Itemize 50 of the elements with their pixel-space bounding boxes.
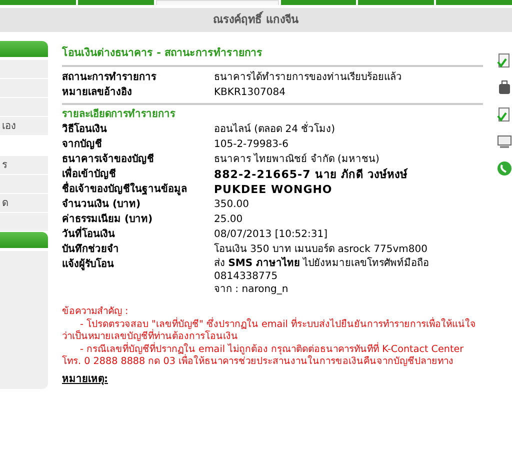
document-check-icon[interactable] xyxy=(497,107,512,122)
field-value: KBKR1307084 xyxy=(214,86,286,100)
field-value: ธนาคาร ไทยพาณิชย์ จำกัด (มหาชน) xyxy=(214,152,380,167)
remark-heading: หมายเหตุ: xyxy=(62,372,109,386)
field-label: วันที่โอนเงิน xyxy=(62,227,214,242)
menu-header xyxy=(0,41,48,57)
field-value: จาก : narong_n xyxy=(214,283,290,296)
notice-text: - กรณีเลขที่บัญชีที่ปรากฏใน email ไม่ถูกต้อง กรุณาติดต่อธนาคารทันทีที่ K-Contact Center โทร. 0 2888 8888 กด 03 เพื่อให้ธนาคารช่วยประสานงานในการขอเงินคืนจากบัญชีปลายทาง xyxy=(62,344,465,368)
field-value: โอนเงิน 350 บาท เมนบอร์ด asrock 775vm800 xyxy=(214,242,428,256)
field-label: จำนวนเงิน (บาท) xyxy=(62,198,142,212)
notice-heading: ข้อความสำคัญ : xyxy=(62,306,130,318)
field-label: หมายเลขอ้างอิง xyxy=(62,85,133,100)
monitor-icon[interactable] xyxy=(497,134,512,149)
section-title: รายละเอียดการทำรายการ xyxy=(62,108,176,122)
field-value: 0814338775 xyxy=(214,270,279,283)
nav-tab[interactable] xyxy=(78,0,154,5)
field-value: 25.00 xyxy=(214,213,243,227)
nav-tab[interactable] xyxy=(156,0,279,5)
field-label: บันทึกช่วยจำ xyxy=(62,242,120,257)
menu-item[interactable]: เอง xyxy=(0,117,48,136)
nav-tab[interactable] xyxy=(280,0,356,5)
field-value: PUKDEE WONGHO xyxy=(214,182,332,197)
field-label: ชื่อเจ้าของบัญชีในฐานข้อมูล xyxy=(62,182,214,197)
document-check-icon[interactable] xyxy=(497,53,512,68)
field-label: วิธีโอนเงิน xyxy=(62,122,108,137)
user-name: ณรงค์ฤทธิ์ แกงจีน xyxy=(213,12,299,28)
menu-header xyxy=(0,232,48,248)
field-value: 08/07/2013 [10:52:31] xyxy=(214,228,328,242)
nav-tab[interactable] xyxy=(358,0,434,5)
menu-item[interactable]: ร xyxy=(0,156,48,175)
field-label: สถานะการทำรายการ xyxy=(62,70,158,85)
page-title: โอนเงินต่างธนาคาร - สถานะการทำรายการ xyxy=(62,46,483,67)
field-label: เพื่อเข้าบัญชี xyxy=(62,167,214,182)
menu-item[interactable]: ด xyxy=(0,194,48,213)
field-value: ธนาคารได้ทำรายการของท่านเรียบร้อยแล้ว xyxy=(214,70,402,85)
phone-icon[interactable] xyxy=(497,161,512,176)
field-value: ออนไลน์ (ตลอด 24 ชั่วโมง) xyxy=(214,122,336,137)
field-label: ธนาคารเจ้าของบัญชี xyxy=(62,152,155,166)
field-label: แจ้งผู้รับโอน xyxy=(62,257,115,272)
field-value: 105-2-79983-6 xyxy=(214,138,288,152)
bag-icon[interactable] xyxy=(497,80,512,95)
field-value: ส่ง SMS ภาษาไทย ไปยังหมายเลขโทรศัพท์มือถือ xyxy=(214,257,430,270)
notice-text: - โปรดตรวจสอบ "เลขที่บัญชี" ซึ่งปรากฏใน email ที่ระบบส่งไปยืนยันการทำรายการเพื่อให้แน่ใจว่าเป็นหมายเลขบัญชีที่ท่านต้องการโอนเงิน xyxy=(62,318,477,342)
menu-item[interactable] xyxy=(0,213,48,232)
nav-tab[interactable] xyxy=(0,0,76,5)
field-label: ค่าธรรมเนียม (บาท) xyxy=(62,212,154,226)
field-value: 882-2-21665-7 นาย ภักดี วงษ์หงษ์ xyxy=(214,167,408,182)
field-label: จากบัญชี xyxy=(62,137,103,152)
field-value: 350.00 xyxy=(214,198,249,212)
nav-tab[interactable] xyxy=(436,0,512,5)
